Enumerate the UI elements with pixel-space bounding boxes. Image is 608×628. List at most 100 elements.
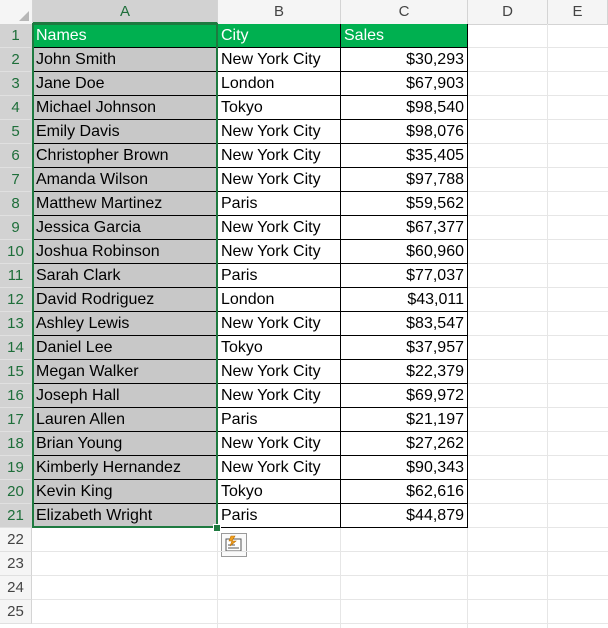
city-cell[interactable]: New York City xyxy=(218,144,341,168)
row-header[interactable]: 5 xyxy=(0,120,32,144)
sales-cell[interactable]: $35,405 xyxy=(341,144,468,168)
row-header[interactable]: 13 xyxy=(0,312,32,336)
column-header-a[interactable]: A xyxy=(33,0,218,24)
name-cell[interactable]: Emily Davis xyxy=(33,120,218,144)
sales-cell[interactable]: $67,377 xyxy=(341,216,468,240)
sales-cell[interactable]: $98,540 xyxy=(341,96,468,120)
sales-cell[interactable]: $43,011 xyxy=(341,288,468,312)
city-cell[interactable]: New York City xyxy=(218,240,341,264)
row-header[interactable]: 16 xyxy=(0,384,32,408)
column-header-d[interactable]: D xyxy=(468,0,548,24)
sales-cell[interactable]: $60,960 xyxy=(341,240,468,264)
select-all-triangle-icon xyxy=(19,11,29,21)
city-cell[interactable]: Tokyo xyxy=(218,336,341,360)
row-header[interactable]: 9 xyxy=(0,216,32,240)
sales-cell[interactable]: $44,879 xyxy=(341,504,468,528)
sales-cell[interactable]: $69,972 xyxy=(341,384,468,408)
name-cell[interactable]: Joseph Hall xyxy=(33,384,218,408)
sales-cell[interactable]: $90,343 xyxy=(341,456,468,480)
row-header[interactable]: 7 xyxy=(0,168,32,192)
row-header[interactable]: 6 xyxy=(0,144,32,168)
city-cell[interactable]: New York City xyxy=(218,312,341,336)
column-header-e[interactable]: E xyxy=(548,0,608,24)
row-header[interactable]: 11 xyxy=(0,264,32,288)
row-header[interactable]: 2 xyxy=(0,48,32,72)
row-header[interactable]: 15 xyxy=(0,360,32,384)
row-header[interactable]: 22 xyxy=(0,528,32,552)
row-header[interactable]: 12 xyxy=(0,288,32,312)
name-cell[interactable]: Joshua Robinson xyxy=(33,240,218,264)
name-cell[interactable]: Kimberly Hernandez xyxy=(33,456,218,480)
city-cell[interactable]: London xyxy=(218,72,341,96)
row-header[interactable]: 20 xyxy=(0,480,32,504)
header-cell-names[interactable]: Names xyxy=(33,24,218,48)
city-cell[interactable]: Paris xyxy=(218,192,341,216)
row-header[interactable]: 18 xyxy=(0,432,32,456)
spreadsheet-grid[interactable]: A B C D E 1 2 3 4 5 6 7 8 9 10 11 12 13 14 15 16 17 18 19 20 21 22… xyxy=(0,0,608,628)
name-cell[interactable]: Jane Doe xyxy=(33,72,218,96)
city-cell[interactable]: Tokyo xyxy=(218,480,341,504)
row-header[interactable]: 17 xyxy=(0,408,32,432)
city-cell[interactable]: New York City xyxy=(218,168,341,192)
name-cell[interactable]: Michael Johnson xyxy=(33,96,218,120)
select-all-button[interactable] xyxy=(0,0,33,24)
sales-cell[interactable]: $30,293 xyxy=(341,48,468,72)
city-cell[interactable]: Tokyo xyxy=(218,96,341,120)
city-cell[interactable]: New York City xyxy=(218,360,341,384)
row-header[interactable]: 21 xyxy=(0,504,32,528)
sales-cell[interactable]: $59,562 xyxy=(341,192,468,216)
sales-cell[interactable]: $22,379 xyxy=(341,360,468,384)
name-cell[interactable]: Amanda Wilson xyxy=(33,168,218,192)
sales-cell[interactable]: $83,547 xyxy=(341,312,468,336)
quick-analysis-icon xyxy=(225,535,242,552)
row-header[interactable]: 10 xyxy=(0,240,32,264)
city-cell[interactable]: New York City xyxy=(218,456,341,480)
name-cell[interactable]: Kevin King xyxy=(33,480,218,504)
sales-cell[interactable]: $77,037 xyxy=(341,264,468,288)
row-header[interactable]: 23 xyxy=(0,552,32,576)
city-cell[interactable]: New York City xyxy=(218,216,341,240)
sales-cell[interactable]: $21,197 xyxy=(341,408,468,432)
city-cell[interactable]: New York City xyxy=(218,48,341,72)
fill-handle[interactable] xyxy=(213,524,221,532)
sales-cell[interactable]: $27,262 xyxy=(341,432,468,456)
city-cell[interactable]: Paris xyxy=(218,408,341,432)
row-header[interactable]: 24 xyxy=(0,576,32,600)
city-cell[interactable]: London xyxy=(218,288,341,312)
row-header[interactable]: 19 xyxy=(0,456,32,480)
city-cell[interactable]: Paris xyxy=(218,264,341,288)
sales-cell[interactable]: $98,076 xyxy=(341,120,468,144)
column-header-c[interactable]: C xyxy=(341,0,468,24)
name-cell[interactable]: Ashley Lewis xyxy=(33,312,218,336)
sales-cell[interactable]: $62,616 xyxy=(341,480,468,504)
row-header[interactable]: 25 xyxy=(0,600,32,624)
city-cell[interactable]: Paris xyxy=(218,504,341,528)
name-cell[interactable]: Jessica Garcia xyxy=(33,216,218,240)
sales-cell[interactable]: $67,903 xyxy=(341,72,468,96)
name-cell[interactable]: Elizabeth Wright xyxy=(33,504,218,528)
row-header[interactable]: 3 xyxy=(0,72,32,96)
name-cell[interactable]: John Smith xyxy=(33,48,218,72)
name-cell[interactable]: Megan Walker xyxy=(33,360,218,384)
name-cell[interactable]: Sarah Clark xyxy=(33,264,218,288)
header-cell-sales[interactable]: Sales xyxy=(341,24,468,48)
header-cell-city[interactable]: City xyxy=(218,24,341,48)
name-cell[interactable]: Daniel Lee xyxy=(33,336,218,360)
sales-cell[interactable]: $37,957 xyxy=(341,336,468,360)
city-cell[interactable]: New York City xyxy=(218,120,341,144)
name-cell[interactable]: David Rodriguez xyxy=(33,288,218,312)
sales-cell[interactable]: $97,788 xyxy=(341,168,468,192)
row-header[interactable]: 14 xyxy=(0,336,32,360)
gridline-horizontal xyxy=(32,599,608,600)
quick-analysis-button[interactable] xyxy=(221,533,247,557)
name-cell[interactable]: Matthew Martinez xyxy=(33,192,218,216)
name-cell[interactable]: Christopher Brown xyxy=(33,144,218,168)
name-cell[interactable]: Brian Young xyxy=(33,432,218,456)
name-cell[interactable]: Lauren Allen xyxy=(33,408,218,432)
column-header-b[interactable]: B xyxy=(218,0,341,24)
row-header[interactable]: 1 xyxy=(0,24,32,48)
row-header[interactable]: 4 xyxy=(0,96,32,120)
row-header[interactable]: 8 xyxy=(0,192,32,216)
city-cell[interactable]: New York City xyxy=(218,432,341,456)
city-cell[interactable]: New York City xyxy=(218,384,341,408)
